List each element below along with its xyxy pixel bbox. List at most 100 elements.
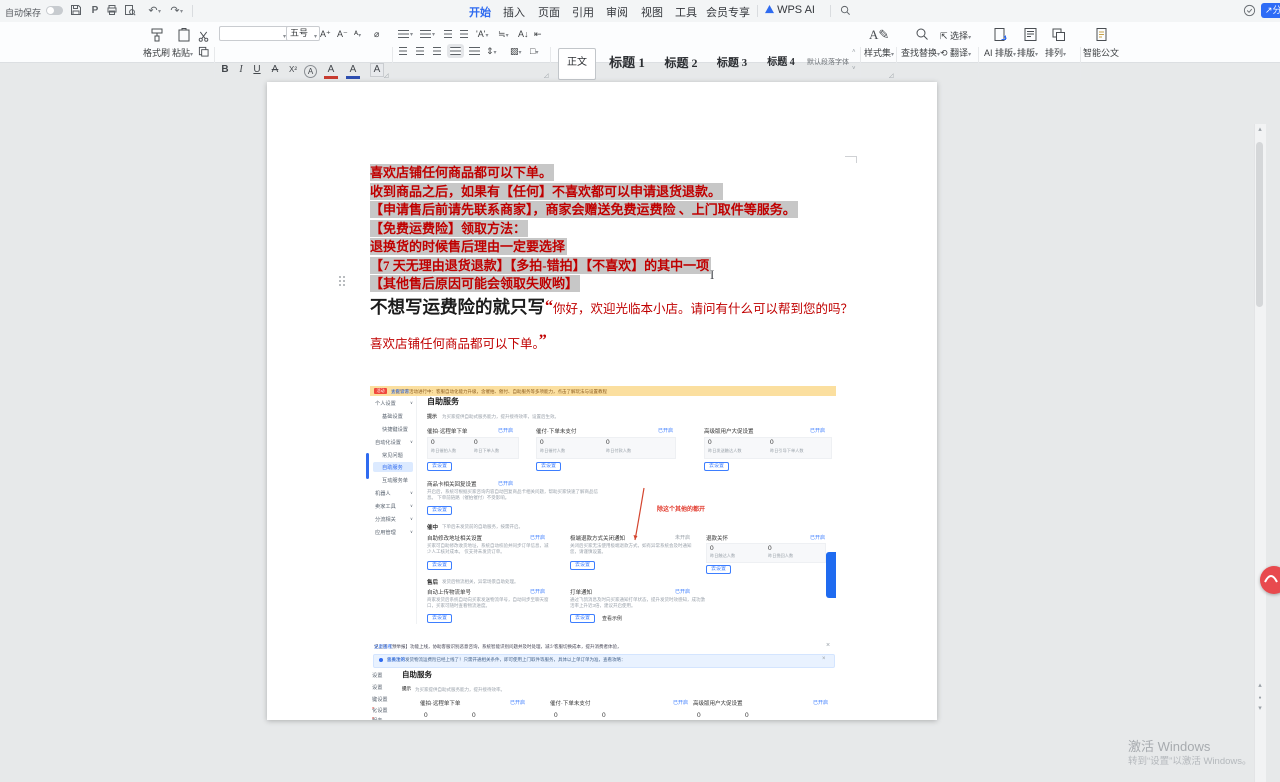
- arrange-label[interactable]: 排列▾: [1045, 46, 1066, 59]
- doc-check-icon[interactable]: [1243, 4, 1257, 18]
- text-direction-icon[interactable]: ≒▾: [498, 29, 509, 40]
- arrange-icon[interactable]: [1051, 27, 1066, 47]
- font-name-combo[interactable]: ▾: [219, 26, 289, 41]
- bullet-list-icon[interactable]: [398, 30, 409, 38]
- format-painter-icon[interactable]: [149, 27, 165, 48]
- decrease-font-icon[interactable]: A⁻: [337, 29, 348, 40]
- card-title: 催付·下单未支付: [550, 699, 590, 707]
- print-preview-icon[interactable]: [124, 4, 138, 18]
- ss1-sidebar-item: 快捷键设置: [382, 426, 408, 433]
- styles-scroll-up[interactable]: ˄: [852, 49, 856, 55]
- tab-review[interactable]: 审阅: [606, 4, 628, 20]
- stat-label: 昨日催拍人数: [431, 448, 456, 454]
- text-effects-icon[interactable]: ᴬ▾: [354, 29, 361, 39]
- go-setup-button: 去设置: [536, 462, 561, 471]
- tab-page[interactable]: 页面: [538, 4, 560, 20]
- char-scale-icon[interactable]: 'A'▾: [476, 29, 488, 39]
- embedded-screenshot-1[interactable]: 活动 大促官方活动进行中：客服自动化能力升级，含催拍、催付、自助服务等多项能力，…: [370, 386, 836, 624]
- copy-icon[interactable]: [198, 44, 209, 62]
- highlighted-line: 【其他售后原因可能会领取失败哟】: [370, 275, 580, 292]
- quote-text: 喜欢店铺任何商品都可以下单。: [370, 337, 539, 351]
- highlighted-line: 【7 天无理由退货退款】【多拍-错拍】【不喜欢】的其中一项: [370, 257, 711, 274]
- stat-value: 0: [770, 439, 774, 446]
- document-page[interactable]: 喜欢店铺任何商品都可以下单。 收到商品之后，如果有【任何】不喜欢都可以申请退货退…: [267, 82, 937, 720]
- border-icon[interactable]: □▾: [530, 46, 538, 56]
- select-label[interactable]: ⇱ 选择▾: [940, 29, 971, 42]
- translate-label[interactable]: ⟲ 翻译▾: [940, 46, 971, 59]
- sort-icon[interactable]: A↓: [518, 29, 529, 39]
- line-spacing-icon[interactable]: ⇕▾: [486, 46, 497, 57]
- increase-indent-icon[interactable]: [460, 30, 468, 38]
- prev-page-icon[interactable]: ▴: [1256, 682, 1264, 690]
- stat-label: 昨日触达人数: [710, 553, 735, 559]
- save-icon[interactable]: [70, 4, 84, 18]
- align-left-icon[interactable]: [399, 47, 407, 55]
- share-button[interactable]: ↗分享: [1261, 3, 1280, 18]
- next-page-icon[interactable]: ▾: [1256, 705, 1264, 713]
- show-marks-icon[interactable]: ⇤: [534, 29, 542, 40]
- bullet-caret-icon[interactable]: ▾: [410, 31, 413, 38]
- ai-layout-label[interactable]: AI 排版▾: [984, 46, 1016, 59]
- justify-icon[interactable]: [450, 47, 461, 55]
- smart-doc-label[interactable]: 智能公文: [1083, 46, 1119, 59]
- ss1-sidebar-item: 应用管理: [375, 529, 396, 536]
- number-list-icon[interactable]: [420, 30, 431, 38]
- ss2-sidebar-item: 键设置: [372, 696, 388, 703]
- find-icon[interactable]: [915, 27, 929, 46]
- ss2-page-title: 自助服务: [402, 669, 432, 680]
- highlighted-line: 退换货的时候售后理由一定要选择: [370, 238, 567, 255]
- tab-member[interactable]: 会员专享: [706, 4, 750, 20]
- ss1-sidebar-item: 分流相关: [375, 516, 396, 523]
- autosave-label: 自动保存: [5, 6, 41, 19]
- tab-insert[interactable]: 插入: [503, 4, 525, 20]
- style-set-icon[interactable]: A✎: [869, 27, 889, 43]
- print-icon[interactable]: [106, 4, 120, 18]
- undo-caret-icon[interactable]: ▾: [158, 8, 161, 15]
- layout-label[interactable]: 排版▾: [1017, 46, 1038, 59]
- tab-tools[interactable]: 工具: [675, 4, 697, 20]
- aftersale-text: 发货后物流相关，异常场景自助处理。: [442, 579, 519, 585]
- tab-home[interactable]: 开始: [469, 4, 491, 20]
- align-right-icon[interactable]: [433, 47, 441, 55]
- tab-wps-ai[interactable]: WPS AI: [765, 4, 815, 16]
- distribute-icon[interactable]: [469, 47, 480, 55]
- divider: [757, 5, 758, 17]
- scrollbar-thumb[interactable]: [1256, 142, 1263, 307]
- paragraph-drag-handle[interactable]: [338, 275, 345, 286]
- browse-object-icon[interactable]: ●: [1256, 694, 1264, 702]
- redo-caret-icon[interactable]: ▾: [180, 8, 183, 15]
- ai-layout-icon[interactable]: [993, 27, 1008, 47]
- go-setup-button: 去设置: [570, 561, 595, 570]
- highlighted-line: 【免费运费险】领取方法：: [370, 220, 528, 237]
- share-label: 分享: [1273, 5, 1280, 15]
- increase-font-icon[interactable]: A⁺: [320, 29, 331, 40]
- autosave-toggle[interactable]: [46, 6, 63, 15]
- export-pdf-icon[interactable]: P: [88, 4, 102, 18]
- margin-marker: [845, 156, 857, 163]
- text-cursor: I: [710, 267, 714, 283]
- style-set-label[interactable]: 样式集▾: [864, 46, 894, 59]
- tab-references[interactable]: 引用: [572, 4, 594, 20]
- layout-icon[interactable]: [1023, 27, 1038, 47]
- embedded-screenshot-2[interactable]: 记上团【预举报】功能上线，协助客服识别恶意咨询，系统智能识别问题并及时处理，减少…: [370, 641, 836, 720]
- floating-assistant-button[interactable]: [1260, 566, 1280, 594]
- search-icon[interactable]: [840, 5, 854, 19]
- ss2-tip-text: 为买家提供自助式服务能力，提升接待效率。: [415, 687, 505, 693]
- stat-value: 0: [472, 712, 476, 719]
- paste-icon[interactable]: [176, 27, 192, 48]
- font-size-combo[interactable]: 五号▾: [286, 26, 320, 41]
- tab-view[interactable]: 视图: [641, 4, 663, 20]
- number-caret-icon[interactable]: ▾: [432, 31, 435, 38]
- stat-value: 0: [710, 545, 714, 552]
- scroll-up-icon[interactable]: ▴: [1256, 126, 1264, 134]
- align-center-icon[interactable]: [416, 47, 424, 55]
- clear-format-icon[interactable]: ⌀: [374, 29, 379, 40]
- format-painter-label[interactable]: 格式刷: [143, 46, 170, 59]
- decrease-indent-icon[interactable]: [444, 30, 452, 38]
- smart-doc-icon[interactable]: [1094, 27, 1109, 47]
- find-replace-label[interactable]: 查找替换▾: [901, 46, 940, 59]
- paste-label[interactable]: 粘贴▾: [172, 46, 193, 59]
- card-status: 已开启: [498, 427, 513, 434]
- shading-icon[interactable]: ▨▾: [510, 46, 522, 57]
- highlighted-line: 喜欢店铺任何商品都可以下单。: [370, 164, 554, 181]
